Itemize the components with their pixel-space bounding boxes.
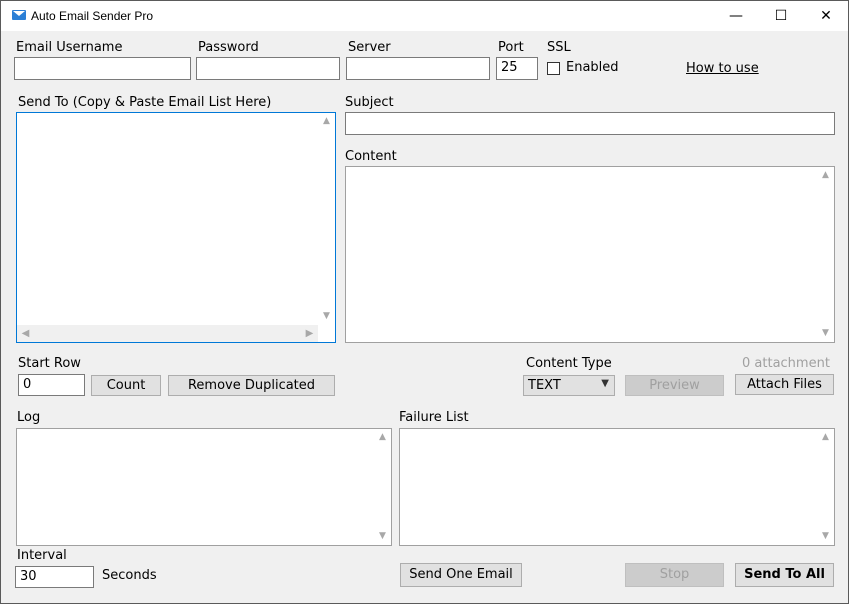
close-button[interactable]: ✕ [803, 1, 849, 31]
envelope-icon [12, 10, 26, 20]
interval-unit: Seconds [102, 568, 157, 583]
content-vscrollbar[interactable]: ▲ ▼ [817, 167, 834, 342]
scroll-up-icon[interactable]: ▲ [318, 113, 335, 130]
failure-list-label: Failure List [399, 410, 469, 425]
send-to-textarea[interactable]: ▲ ▼ ◀ ▶ [16, 112, 336, 343]
email-username-label: Email Username [16, 40, 123, 55]
title-bar[interactable]: Auto Email Sender Pro — ☐ ✕ [1, 1, 848, 31]
count-button[interactable]: Count [91, 375, 161, 396]
content-type-value: TEXT [528, 378, 561, 393]
subject-label: Subject [345, 95, 394, 110]
email-username-field[interactable] [14, 57, 191, 80]
port-field[interactable]: 25 [496, 57, 538, 80]
interval-field[interactable]: 30 [15, 566, 94, 588]
server-field[interactable] [346, 57, 490, 80]
log-textarea[interactable]: ▲ ▼ [16, 428, 392, 546]
stop-button[interactable]: Stop [625, 563, 724, 587]
content-type-select[interactable]: TEXT ▼ [523, 375, 615, 396]
scroll-down-icon[interactable]: ▼ [318, 308, 335, 325]
scroll-down-icon[interactable]: ▼ [374, 528, 391, 545]
start-row-field[interactable]: 0 [18, 374, 85, 396]
send-to-label: Send To (Copy & Paste Email List Here) [18, 95, 272, 110]
send-one-email-button[interactable]: Send One Email [400, 563, 522, 587]
scroll-up-icon[interactable]: ▲ [817, 429, 834, 446]
ssl-checkbox[interactable] [547, 62, 560, 75]
attach-files-button[interactable]: Attach Files [735, 374, 834, 395]
send-to-vscrollbar[interactable]: ▲ ▼ [318, 113, 335, 325]
server-label: Server [348, 40, 391, 55]
interval-label: Interval [17, 548, 67, 563]
start-row-label: Start Row [18, 356, 81, 371]
send-to-hscrollbar[interactable]: ◀ ▶ [17, 325, 318, 342]
send-to-all-button[interactable]: Send To All [735, 563, 834, 587]
how-to-use-link[interactable]: How to use [686, 61, 759, 76]
remove-duplicated-button[interactable]: Remove Duplicated [168, 375, 335, 396]
scroll-down-icon[interactable]: ▼ [817, 325, 834, 342]
chevron-down-icon: ▼ [601, 378, 609, 389]
log-label: Log [17, 410, 41, 425]
attachment-count: 0 attachment [742, 356, 830, 371]
content-label: Content [345, 149, 397, 164]
failure-list-vscrollbar[interactable]: ▲ ▼ [817, 429, 834, 545]
ssl-enabled-label[interactable]: Enabled [566, 60, 619, 75]
content-textarea[interactable]: ▲ ▼ [345, 166, 835, 343]
window-title: Auto Email Sender Pro [31, 9, 154, 23]
subject-field[interactable] [345, 112, 835, 135]
scroll-right-icon[interactable]: ▶ [301, 325, 318, 342]
scroll-up-icon[interactable]: ▲ [817, 167, 834, 184]
maximize-button[interactable]: ☐ [758, 1, 804, 31]
preview-button[interactable]: Preview [625, 375, 724, 396]
scroll-up-icon[interactable]: ▲ [374, 429, 391, 446]
log-vscrollbar[interactable]: ▲ ▼ [374, 429, 391, 545]
scroll-left-icon[interactable]: ◀ [17, 325, 34, 342]
minimize-button[interactable]: — [713, 1, 759, 31]
port-label: Port [498, 40, 524, 55]
content-type-label: Content Type [526, 356, 612, 371]
password-label: Password [198, 40, 259, 55]
app-window: Auto Email Sender Pro — ☐ ✕ Email Userna… [0, 0, 849, 604]
password-field[interactable] [196, 57, 340, 80]
scroll-down-icon[interactable]: ▼ [817, 528, 834, 545]
failure-list-textarea[interactable]: ▲ ▼ [399, 428, 835, 546]
ssl-label: SSL [547, 40, 571, 55]
